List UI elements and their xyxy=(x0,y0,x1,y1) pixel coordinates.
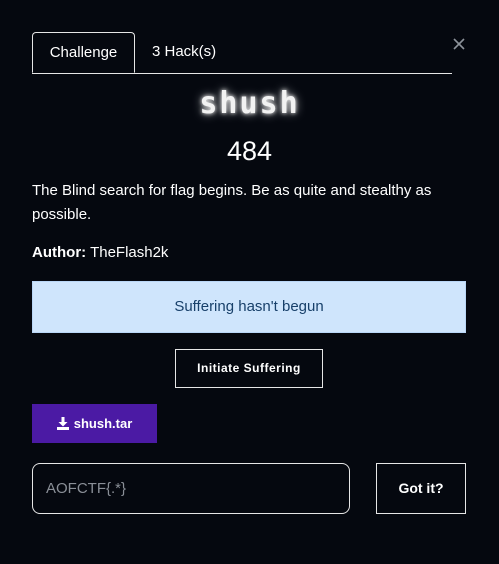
close-icon[interactable] xyxy=(452,37,466,51)
challenge-description: The Blind search for flag begins. Be as … xyxy=(32,182,432,223)
tab-bar: Challenge 3 Hack(s) xyxy=(32,32,452,74)
initiate-suffering-button[interactable]: Initiate Suffering xyxy=(175,349,323,388)
submit-flag-button[interactable]: Got it? xyxy=(376,463,466,514)
file-label: shush.tar xyxy=(73,416,133,431)
download-file-button[interactable]: shush.tar xyxy=(32,404,157,443)
challenge-title: shush xyxy=(199,86,300,121)
flag-submission-input[interactable] xyxy=(32,463,350,514)
tab-challenge[interactable]: Challenge xyxy=(32,32,135,73)
challenge-points: 484 xyxy=(226,136,273,166)
author-name: TheFlash2k xyxy=(90,244,169,261)
instance-status-alert: Suffering hasn't begun xyxy=(32,281,466,333)
challenge-modal: Challenge 3 Hack(s) shush 484 The Blind … xyxy=(0,0,499,564)
download-icon xyxy=(56,406,69,430)
author-label: Author: xyxy=(32,244,87,261)
tab-hacks[interactable]: 3 Hack(s) xyxy=(144,32,244,72)
challenge-author: Author: TheFlash2k xyxy=(32,244,168,261)
